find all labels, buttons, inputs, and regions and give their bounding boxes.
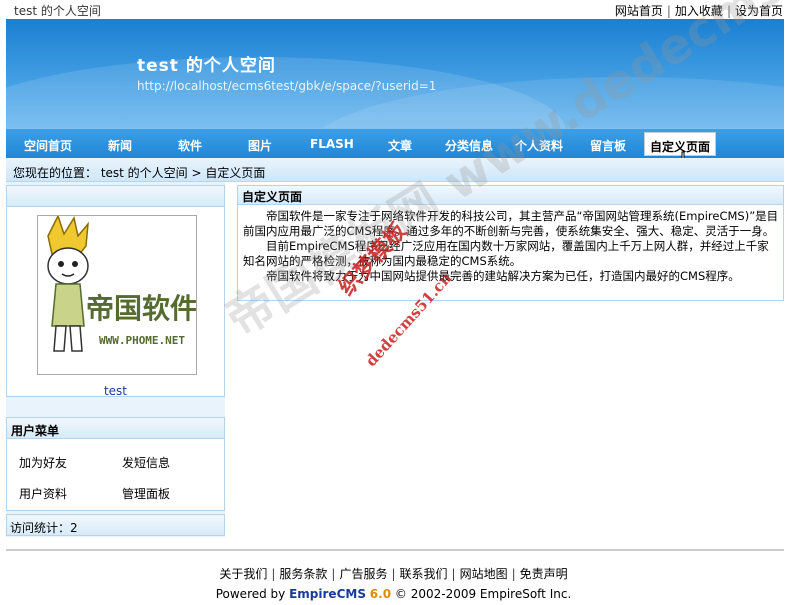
visit-stats-text: 访问统计：2	[10, 521, 78, 535]
footer-divider	[6, 549, 784, 551]
content-paragraph: 帝国软件将致力于为中国网站提供最完善的建站解决方案为已任，打造国内最好的CMS程…	[266, 269, 740, 283]
space-url: http://localhost/ecms6test/gbk/e/space/?…	[137, 79, 437, 93]
add-favorite-link[interactable]: 加入收藏	[675, 4, 723, 18]
nav-item-space-home[interactable]: 空间首页	[24, 137, 72, 154]
avatar-subcaption: WWW.PHOME.NET	[99, 334, 185, 347]
top-links: 网站首页 | 加入收藏 | 设为首页	[614, 4, 783, 18]
footer-link-about[interactable]: 关于我们	[219, 567, 267, 581]
user-menu-title: 用户菜单	[11, 424, 60, 438]
user-profile-link[interactable]: 用户资料	[19, 485, 67, 502]
user-menu-header: 用户菜单	[6, 417, 225, 439]
brand-link[interactable]: EmpireCMS	[289, 587, 366, 601]
footer-links: 关于我们 | 服务条款 | 广告服务 | 联系我们 | 网站地图 | 免责声明	[219, 567, 568, 581]
site-title: test 的个人空间	[14, 4, 101, 18]
mascot-logo-icon: 帝国软件 WWW.PHOME.NET	[47, 216, 197, 352]
breadcrumb: 您现在的位置： test 的个人空间 > 自定义页面	[6, 158, 784, 182]
profile-panel-header	[6, 185, 225, 207]
avatar[interactable]: 帝国软件 WWW.PHOME.NET	[37, 215, 197, 375]
sidebar: 帝国软件 WWW.PHOME.NET test 用户菜单 加为好友 发短信息 用…	[6, 182, 225, 537]
header-banner: test 的个人空间 http://localhost/ecms6test/gb…	[6, 19, 784, 128]
content-header: 自定义页面	[238, 186, 783, 205]
footer-link-ads[interactable]: 广告服务	[339, 567, 387, 581]
content-panel: 自定义页面 帝国软件是一家专注于网络软件开发的科技公司，其主营产品“帝国网站管理…	[237, 185, 784, 301]
nav-item-guestbook[interactable]: 留言板	[590, 137, 626, 154]
nav-item-classifieds[interactable]: 分类信息	[445, 137, 493, 154]
avatar-caption: 帝国软件	[86, 292, 197, 325]
content-paragraph: 帝国软件是一家专注于网络软件开发的科技公司，其主营产品“帝国网站管理系统(Emp…	[243, 209, 779, 238]
copyright-text: © 2002-2009 EmpireSoft Inc.	[394, 587, 572, 601]
footer-link-sitemap[interactable]: 网站地图	[460, 567, 508, 581]
footer-link-terms[interactable]: 服务条款	[279, 567, 327, 581]
main-nav: 空间首页 新闻 软件 图片 FLASH 文章 分类信息 个人资料 留言板 自定义…	[6, 128, 784, 158]
space-title: test 的个人空间	[137, 56, 276, 76]
content-body: 帝国软件是一家专注于网络软件开发的科技公司，其主营产品“帝国网站管理系统(Emp…	[243, 209, 780, 284]
nav-item-articles[interactable]: 文章	[388, 137, 412, 154]
set-homepage-link[interactable]: 设为首页	[735, 4, 783, 18]
nav-item-flash[interactable]: FLASH	[310, 137, 354, 151]
add-friend-link[interactable]: 加为好友	[19, 454, 67, 471]
nav-item-software[interactable]: 软件	[178, 137, 202, 154]
breadcrumb-text: 您现在的位置： test 的个人空间 > 自定义页面	[13, 166, 266, 180]
home-link[interactable]: 网站首页	[615, 4, 663, 18]
username-link[interactable]: test	[6, 384, 225, 398]
version-label: 6.0	[369, 587, 392, 601]
visit-stats: 访问统计：2	[6, 514, 225, 536]
content-title: 自定义页面	[242, 190, 303, 204]
user-menu: 加为好友 发短信息 用户资料 管理面板	[6, 439, 225, 511]
footer-link-contact[interactable]: 联系我们	[400, 567, 448, 581]
footer-link-disclaimer[interactable]: 免责声明	[520, 567, 568, 581]
nav-item-photos[interactable]: 图片	[248, 137, 272, 154]
footer-copyright: Powered by EmpireCMS 6.0 © 2002-2009 Emp…	[0, 587, 787, 601]
send-message-link[interactable]: 发短信息	[122, 454, 170, 471]
admin-panel-link[interactable]: 管理面板	[122, 485, 170, 502]
top-bar: test 的个人空间 网站首页 | 加入收藏 | 设为首页	[0, 0, 787, 19]
nav-item-profile[interactable]: 个人资料	[515, 137, 563, 154]
content-paragraph: 目前EmpireCMS程序已经广泛应用在国内数十万家网站，覆盖国内上千万上网人群…	[243, 239, 769, 268]
nav-item-news[interactable]: 新闻	[108, 137, 132, 154]
profile-panel: 帝国软件 WWW.PHOME.NET	[6, 207, 225, 397]
powered-prefix: Powered by	[215, 587, 286, 601]
